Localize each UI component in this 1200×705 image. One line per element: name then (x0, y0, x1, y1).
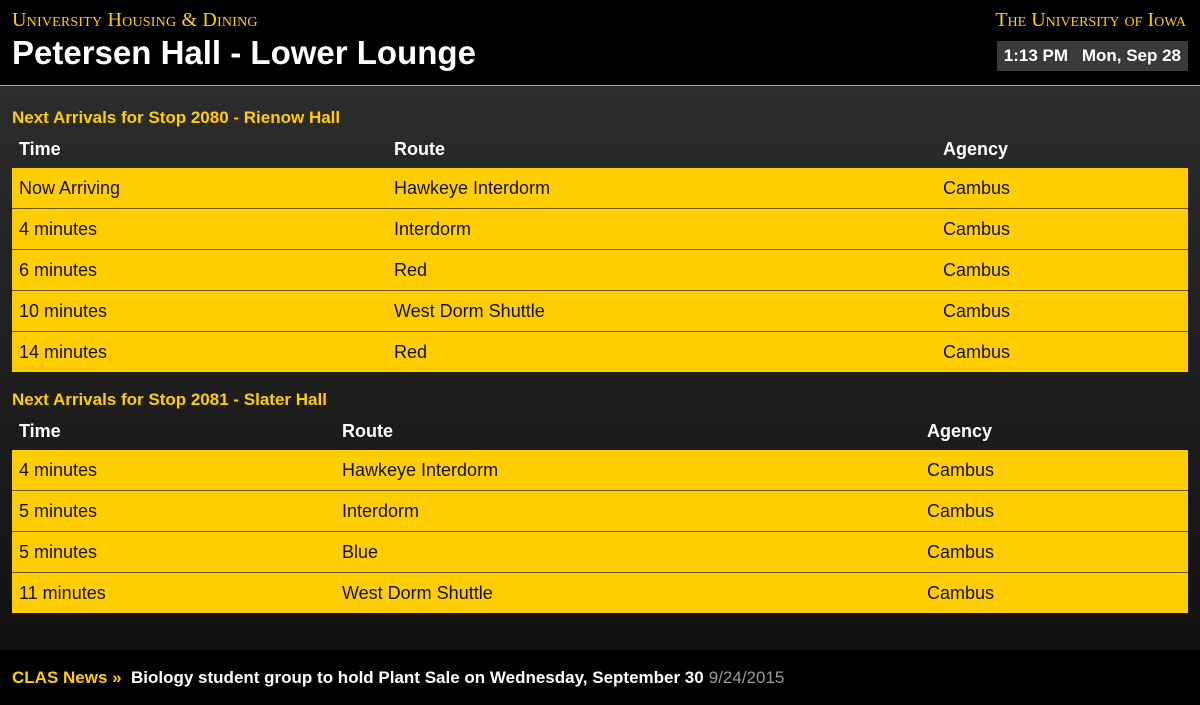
arrival-agency: Cambus (920, 531, 1188, 573)
table-row: 11 minutes West Dorm Shuttle Cambus (12, 572, 1188, 613)
news-headline[interactable]: Biology student group to hold Plant Sale… (131, 650, 784, 705)
current-date: Mon, Sep 28 (1074, 41, 1188, 71)
arrival-agency: Cambus (936, 249, 1188, 291)
table-row: 6 minutes Red Cambus (12, 249, 1188, 291)
arrival-agency: Cambus (936, 208, 1188, 250)
arrivals-table: Time Route Agency 4 minutes Hawkeye Inte… (12, 412, 1188, 613)
arrival-time: Now Arriving (12, 168, 387, 209)
column-header-route: Route (342, 420, 393, 441)
arrival-route: Hawkeye Interdorm (335, 450, 920, 491)
arrival-time: 5 minutes (12, 531, 335, 573)
arrivals-table: Time Route Agency Now Arriving Hawkeye I… (12, 130, 1188, 372)
arrival-time: 6 minutes (12, 249, 387, 291)
arrival-agency: Cambus (920, 490, 1188, 532)
arrival-time: 5 minutes (12, 490, 335, 532)
table-row: 14 minutes Red Cambus (12, 331, 1188, 372)
arrival-time: 4 minutes (12, 450, 335, 491)
page-title: Petersen Hall - Lower Lounge (12, 34, 476, 71)
column-header-agency: Agency (927, 420, 993, 441)
stop-heading: Next Arrivals for Stop 2081 - Slater Hal… (12, 390, 327, 409)
org-name: University Housing & Dining (12, 9, 258, 31)
arrival-route: Interdorm (387, 208, 936, 250)
table-header-row: Time Route Agency (12, 130, 1188, 168)
arrival-route: Red (387, 331, 936, 372)
arrival-time: 14 minutes (12, 331, 387, 372)
header-bar: University Housing & Dining Petersen Hal… (0, 0, 1200, 86)
news-headline-text[interactable]: Biology student group to hold Plant Sale… (131, 668, 704, 687)
arrival-route: Blue (335, 531, 920, 573)
arrival-time: 10 minutes (12, 290, 387, 332)
university-name: The University of Iowa (995, 9, 1186, 31)
arrival-route: West Dorm Shuttle (387, 290, 936, 332)
table-row: 10 minutes West Dorm Shuttle Cambus (12, 290, 1188, 332)
arrival-route: Red (387, 249, 936, 291)
stop-section-2081: Next Arrivals for Stop 2081 - Slater Hal… (12, 388, 1188, 613)
arrival-agency: Cambus (920, 450, 1188, 491)
column-header-agency: Agency (943, 138, 1009, 159)
arrival-agency: Cambus (936, 168, 1188, 209)
table-header-row: Time Route Agency (12, 412, 1188, 450)
table-row: 4 minutes Interdorm Cambus (12, 208, 1188, 250)
arrival-agency: Cambus (920, 572, 1188, 613)
current-time: 1:13 PM (996, 41, 1075, 71)
stop-heading: Next Arrivals for Stop 2080 - Rienow Hal… (12, 108, 341, 127)
news-source-label: CLAS News » (12, 668, 122, 687)
arrival-route: Hawkeye Interdorm (387, 168, 936, 209)
table-row: 5 minutes Blue Cambus (12, 531, 1188, 573)
arrival-time: 11 minutes (12, 572, 335, 613)
arrivals-panel: Next Arrivals for Stop 2080 - Rienow Hal… (0, 86, 1200, 650)
stop-section-2080: Next Arrivals for Stop 2080 - Rienow Hal… (12, 106, 1188, 372)
arrival-agency: Cambus (936, 331, 1188, 372)
table-row: 4 minutes Hawkeye Interdorm Cambus (12, 450, 1188, 491)
arrival-route: Interdorm (335, 490, 920, 532)
table-row: 5 minutes Interdorm Cambus (12, 490, 1188, 532)
news-ticker: CLAS News » Biology student group to hol… (0, 650, 1200, 705)
arrival-agency: Cambus (936, 290, 1188, 332)
arrival-route: West Dorm Shuttle (335, 572, 920, 613)
arrival-time: 4 minutes (12, 208, 387, 250)
column-header-route: Route (394, 138, 445, 159)
column-header-time: Time (19, 420, 61, 441)
table-row: Now Arriving Hawkeye Interdorm Cambus (12, 168, 1188, 209)
column-header-time: Time (19, 138, 61, 159)
news-date: 9/24/2015 (708, 668, 785, 687)
